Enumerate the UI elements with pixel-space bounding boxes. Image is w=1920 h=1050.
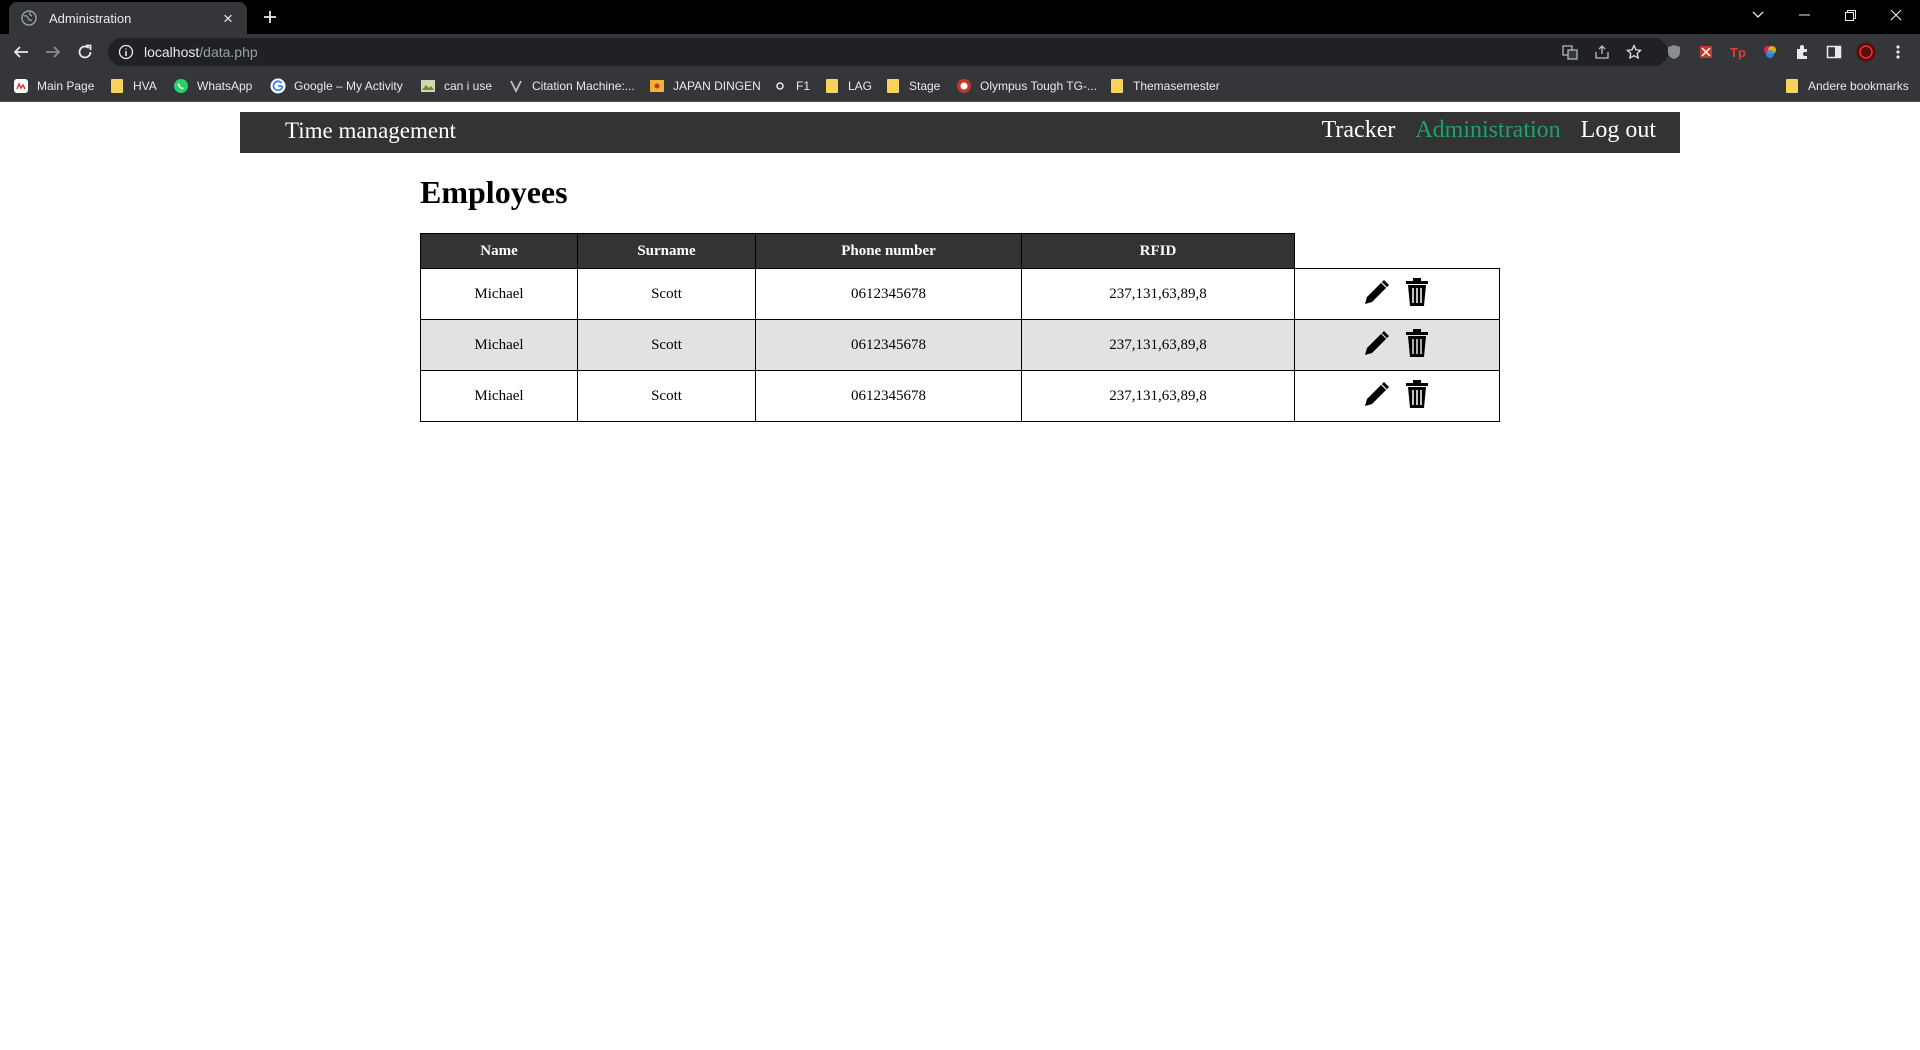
close-window-icon[interactable] <box>1876 0 1916 30</box>
tab-search-chevron-icon[interactable] <box>1738 0 1778 30</box>
address-bar[interactable]: localhost/data.php <box>108 38 1668 66</box>
extension-shield-icon[interactable] <box>1664 42 1684 62</box>
browser-titlebar: Administration × <box>0 0 1920 34</box>
folder-icon <box>887 79 899 93</box>
bookmark-themasemester[interactable]: Themasemester <box>1111 77 1220 95</box>
bookmark-lag[interactable]: LAG <box>826 77 872 95</box>
bookmark-whatsapp[interactable]: WhatsApp <box>173 77 252 95</box>
site-navbar: Time management Tracker Administration L… <box>240 112 1680 153</box>
minimize-icon[interactable] <box>1784 0 1824 30</box>
cell-rfid: 237,131,63,89,8 <box>1021 319 1295 371</box>
caniuse-icon <box>421 80 435 92</box>
bookmark-star-icon[interactable] <box>1626 44 1642 60</box>
cell-phone: 0612345678 <box>755 370 1022 422</box>
cell-actions <box>1294 268 1500 320</box>
profile-avatar-icon[interactable] <box>1856 42 1876 62</box>
pencil-icon[interactable] <box>1362 277 1392 307</box>
bookmark-google-activity[interactable]: Google – My Activity <box>270 77 403 95</box>
bookmark-citation-machine[interactable]: Citation Machine:... <box>508 77 635 95</box>
page-title: Employees <box>420 174 568 210</box>
extension-red-icon[interactable] <box>1696 42 1716 62</box>
side-panel-icon[interactable] <box>1824 42 1844 62</box>
reload-icon[interactable] <box>75 42 95 62</box>
bookmark-hva[interactable]: HVA <box>111 77 157 95</box>
header-actions-blank <box>1294 233 1500 269</box>
bookmark-japan-dingen[interactable]: JAPAN DINGEN <box>649 77 761 95</box>
f1-icon <box>776 82 784 90</box>
bookmarks-bar: Main Page HVA WhatsApp Google – My Activ… <box>0 70 1920 102</box>
bookmark-stage[interactable]: Stage <box>887 77 940 95</box>
share-icon[interactable] <box>1594 44 1610 60</box>
cell-surname: Scott <box>577 370 756 422</box>
tab-title: Administration <box>49 10 132 26</box>
bookmark-olympus[interactable]: Olympus Tough TG-... <box>956 77 1097 95</box>
url-text: localhost/data.php <box>144 44 258 60</box>
brand-title[interactable]: Time management <box>285 118 456 144</box>
cell-surname: Scott <box>577 268 756 320</box>
whatsapp-icon <box>174 79 188 93</box>
cell-rfid: 237,131,63,89,8 <box>1021 268 1295 320</box>
nav-administration[interactable]: Administration <box>1415 117 1560 144</box>
header-rfid: RFID <box>1021 233 1295 269</box>
olympus-icon <box>957 79 971 93</box>
table-row: Michael Scott 0612345678 237,131,63,89,8 <box>420 370 1500 422</box>
pencil-icon[interactable] <box>1362 379 1392 409</box>
nav-tracker[interactable]: Tracker <box>1322 117 1396 144</box>
forward-arrow-icon[interactable] <box>43 42 63 62</box>
nav-links: Tracker Administration Log out <box>1322 117 1656 144</box>
cell-phone: 0612345678 <box>755 319 1022 371</box>
cell-actions <box>1294 370 1500 422</box>
nav-logout[interactable]: Log out <box>1581 117 1656 144</box>
folder-icon <box>1786 79 1798 93</box>
cell-name: Michael <box>420 268 578 320</box>
trash-icon[interactable] <box>1402 328 1432 358</box>
table-header-row: Name Surname Phone number RFID <box>420 233 1500 269</box>
google-icon <box>270 78 286 94</box>
bookmark-main-page[interactable]: Main Page <box>13 77 94 95</box>
site-info-icon[interactable] <box>118 44 134 60</box>
translate-icon[interactable] <box>1562 44 1578 60</box>
extensions-puzzle-icon[interactable] <box>1792 42 1812 62</box>
pencil-icon[interactable] <box>1362 328 1392 358</box>
employees-table: Name Surname Phone number RFID Michael S… <box>420 233 1500 422</box>
trash-icon[interactable] <box>1402 277 1432 307</box>
bookmark-f1[interactable]: F1 <box>772 77 810 95</box>
bookmark-can-i-use[interactable]: can i use <box>420 77 492 95</box>
table-row: Michael Scott 0612345678 237,131,63,89,8 <box>420 319 1500 371</box>
extension-color-icon[interactable] <box>1760 42 1780 62</box>
bookmark-other[interactable]: Andere bookmarks <box>1786 77 1909 95</box>
menu-kebab-icon[interactable] <box>1888 42 1908 62</box>
cell-surname: Scott <box>577 319 756 371</box>
tab-close-icon[interactable]: × <box>219 9 237 27</box>
folder-icon <box>826 79 838 93</box>
browser-tab-active[interactable]: Administration × <box>9 2 247 34</box>
header-phone: Phone number <box>755 233 1022 269</box>
browser-toolbar: localhost/data.php Tp <box>0 34 1920 70</box>
folder-icon <box>111 79 123 93</box>
cell-name: Michael <box>420 370 578 422</box>
cell-name: Michael <box>420 319 578 371</box>
extension-tp-icon[interactable]: Tp <box>1728 42 1748 62</box>
folder-icon <box>1111 79 1123 93</box>
cell-phone: 0612345678 <box>755 268 1022 320</box>
cell-actions <box>1294 319 1500 371</box>
header-name: Name <box>420 233 578 269</box>
citation-icon <box>510 80 522 94</box>
restore-icon[interactable] <box>1830 0 1870 30</box>
cell-rfid: 237,131,63,89,8 <box>1021 370 1295 422</box>
globe-icon <box>21 10 37 26</box>
back-arrow-icon[interactable] <box>11 42 31 62</box>
table-row: Michael Scott 0612345678 237,131,63,89,8 <box>420 268 1500 320</box>
app-icon <box>14 79 28 93</box>
trash-icon[interactable] <box>1402 379 1432 409</box>
new-tab-icon[interactable] <box>258 5 282 29</box>
header-surname: Surname <box>577 233 756 269</box>
folder-icon <box>650 80 664 92</box>
